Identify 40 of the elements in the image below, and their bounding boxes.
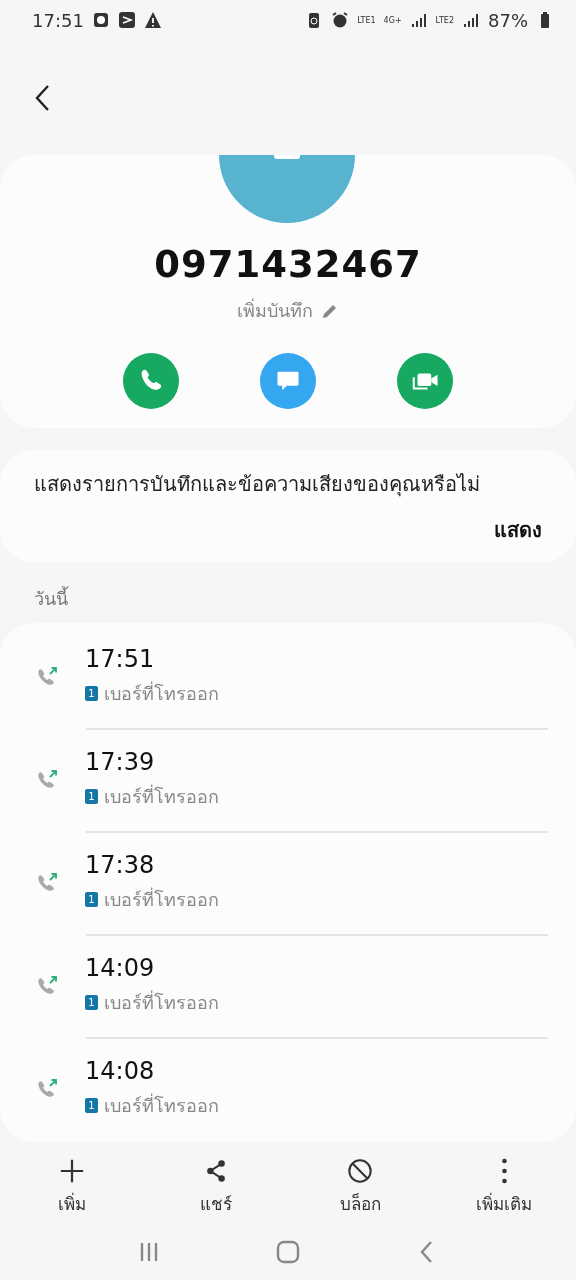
sim-badge: 1 xyxy=(85,686,98,701)
call-type: เบอร์ที่โทรออก xyxy=(104,886,219,912)
add-note-link[interactable]: เพิ่มบันทึก xyxy=(237,296,313,325)
section-label: วันนี้ xyxy=(33,585,70,611)
call-type: เบอร์ที่โทรออก xyxy=(104,783,219,809)
network-label: LTE2 xyxy=(435,15,454,25)
signal-icon xyxy=(462,11,480,29)
message-button[interactable] xyxy=(260,353,316,409)
call-button[interactable] xyxy=(123,353,179,409)
call-time: 17:38 xyxy=(85,851,156,879)
call-time: 14:08 xyxy=(85,1057,156,1085)
alarm-icon xyxy=(331,11,350,29)
clock: 17:51 xyxy=(32,9,84,31)
sim-badge: 1 xyxy=(85,789,98,804)
show-button[interactable]: แสดง xyxy=(494,514,542,546)
sim-badge: 1 xyxy=(85,995,98,1010)
home-button[interactable] xyxy=(275,1239,301,1265)
network-label: LTE1 xyxy=(357,15,376,25)
action-button[interactable]: แชร์ xyxy=(144,1154,288,1222)
notice-text: แสดงรายการบันทึกและข้อความเสียงของคุณหรือไม่ xyxy=(34,471,481,499)
action-button[interactable]: เพิ่มเติม xyxy=(432,1154,576,1222)
sim-badge: 1 xyxy=(85,892,98,907)
sim-badge: 1 xyxy=(85,1098,98,1113)
call-type: เบอร์ที่โทรออก xyxy=(104,1092,219,1118)
call-time: 17:51 xyxy=(85,645,156,673)
call-type: เบอร์ที่โทรออก xyxy=(104,680,219,706)
phone-number: 0971432467 xyxy=(154,243,422,286)
call-time: 14:09 xyxy=(85,954,156,982)
add-icon xyxy=(59,1158,85,1184)
signal-icon xyxy=(409,11,428,29)
action-button[interactable]: เพิ่ม xyxy=(0,1154,144,1222)
call-time: 17:39 xyxy=(85,748,156,776)
network-label: 4G+ xyxy=(383,15,402,25)
call-type: เบอร์ที่โทรออก xyxy=(104,989,219,1015)
battery-percent: 87% xyxy=(488,9,528,31)
block-icon xyxy=(347,1158,373,1184)
video-call-button[interactable] xyxy=(397,353,453,409)
action-button[interactable]: บล็อก xyxy=(288,1154,432,1222)
warning-icon xyxy=(143,11,162,29)
more-icon xyxy=(501,1158,507,1184)
